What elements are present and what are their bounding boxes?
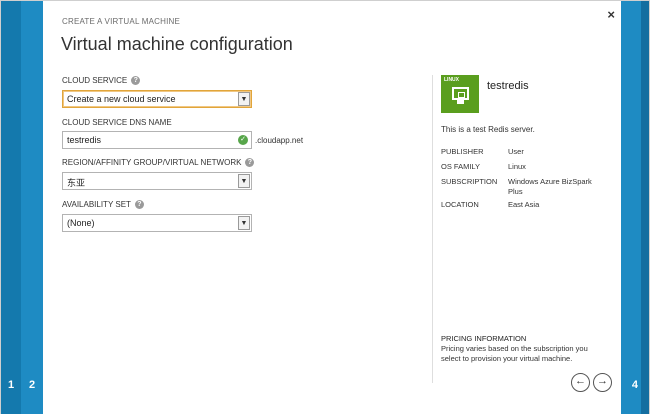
- chevron-down-icon[interactable]: ▼: [238, 174, 250, 188]
- step-1[interactable]: 1: [8, 379, 14, 391]
- region-select[interactable]: 东亚 ▼: [62, 172, 252, 190]
- dialog: × CREATE A VIRTUAL MACHINE Virtual machi…: [43, 1, 623, 414]
- meta-row-location: LOCATION East Asia: [441, 200, 540, 209]
- arrow-left-icon: ←: [575, 375, 586, 387]
- meta-row-subscription: SUBSCRIPTION Windows Azure BizSpark Plus: [441, 177, 592, 196]
- tile-tag: LINUX: [444, 77, 459, 83]
- cloud-service-label: CLOUD SERVICE ?: [62, 76, 141, 85]
- chevron-down-icon[interactable]: ▼: [238, 216, 250, 230]
- meta-row-publisher: PUBLISHER User: [441, 147, 524, 156]
- dns-name-input[interactable]: testredis ✓: [62, 131, 252, 149]
- right-step-strip: 4: [621, 1, 649, 414]
- vm-name: testredis: [487, 80, 529, 92]
- availability-set-select[interactable]: (None) ▼: [62, 214, 252, 232]
- help-icon[interactable]: ?: [245, 158, 255, 167]
- left-step-strip: 1 2: [1, 1, 43, 414]
- checkmark-icon: ✓: [238, 135, 248, 145]
- dns-suffix: .cloudapp.net: [255, 136, 304, 145]
- availability-set-label: AVAILABILITY SET ?: [62, 200, 144, 209]
- linux-vm-icon: LINUX: [441, 75, 479, 113]
- meta-row-os-family: OS FAMILY Linux: [441, 162, 526, 171]
- step-4[interactable]: 4: [632, 379, 638, 391]
- cloud-service-select[interactable]: Create a new cloud service ▼: [62, 90, 252, 108]
- vm-description: This is a test Redis server.: [441, 125, 535, 134]
- page-title: Virtual machine configuration: [61, 34, 293, 54]
- pricing-text: Pricing varies based on the subscription…: [441, 344, 588, 363]
- close-icon[interactable]: ×: [607, 7, 615, 22]
- help-icon[interactable]: ?: [131, 76, 141, 85]
- dns-name-label: CLOUD SERVICE DNS NAME: [62, 118, 172, 127]
- divider: [432, 75, 433, 383]
- chevron-down-icon[interactable]: ▼: [238, 92, 250, 106]
- previous-button[interactable]: ←: [571, 373, 590, 392]
- next-button[interactable]: →: [593, 373, 612, 392]
- pricing-heading: PRICING INFORMATION: [441, 334, 527, 343]
- help-icon[interactable]: ?: [134, 200, 144, 209]
- wizard-eyebrow: CREATE A VIRTUAL MACHINE: [62, 17, 181, 26]
- step-2[interactable]: 2: [29, 379, 35, 391]
- region-label: REGION/AFFINITY GROUP/VIRTUAL NETWORK ?: [62, 158, 255, 167]
- wizard-frame: 1 2 × CREATE A VIRTUAL MACHINE Virtual m…: [0, 0, 650, 414]
- arrow-right-icon: →: [597, 375, 608, 387]
